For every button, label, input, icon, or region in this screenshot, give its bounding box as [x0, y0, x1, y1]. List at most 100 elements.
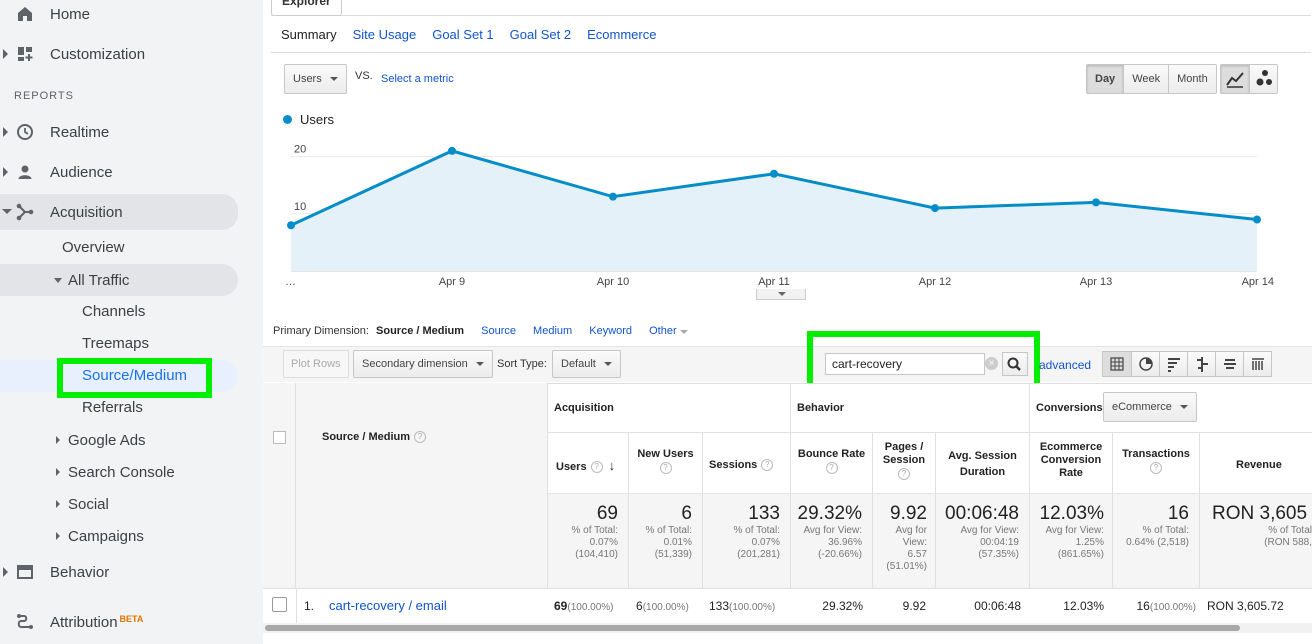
- help-icon: ?: [590, 461, 603, 474]
- nav-treemaps[interactable]: Treemaps: [82, 328, 149, 360]
- pie-chart-icon: [1139, 357, 1153, 371]
- nav-acquisition-label: Acquisition: [50, 203, 123, 221]
- advanced-filter-link[interactable]: advanced: [1039, 358, 1091, 372]
- comparison-icon: [1197, 357, 1208, 372]
- nav-realtime[interactable]: Realtime: [0, 116, 263, 148]
- dimension-source-link[interactable]: Source: [481, 325, 516, 337]
- chart-type-toggle: [1220, 64, 1278, 94]
- subtab-goal-set-1[interactable]: Goal Set 1: [432, 27, 493, 42]
- metric-select[interactable]: Users: [284, 64, 347, 94]
- group-acquisition: Acquisition: [548, 383, 791, 433]
- row-source-medium-link[interactable]: cart-recovery / email: [329, 598, 447, 613]
- subtab-goal-set-2[interactable]: Goal Set 2: [510, 27, 571, 42]
- row-transactions-pct: (100.00%): [1149, 602, 1196, 613]
- col-transactions[interactable]: Transactions?: [1113, 433, 1200, 493]
- nav-referrals[interactable]: Referrals: [82, 392, 143, 424]
- line-chart-button[interactable]: [1221, 65, 1249, 93]
- nav-all-traffic[interactable]: All Traffic: [0, 264, 238, 296]
- nav-attribution[interactable]: Attribution BETA: [0, 606, 263, 638]
- col-ecom-rate[interactable]: Ecommerce Conversion Rate: [1030, 433, 1113, 493]
- total-revenue-value: RON 3,605: [1212, 503, 1308, 524]
- nav-acquisition[interactable]: Acquisition: [0, 194, 238, 230]
- nav-customization[interactable]: Customization: [0, 38, 263, 70]
- divider: [271, 15, 1311, 16]
- dimension-medium-link[interactable]: Medium: [533, 325, 572, 337]
- col-avg-session[interactable]: Avg. Session Duration: [936, 433, 1030, 493]
- sort-type-select[interactable]: Default: [552, 350, 621, 378]
- x-tick-label: Apr 13: [1080, 276, 1112, 288]
- clear-search-icon[interactable]: ×: [985, 357, 998, 370]
- period-day-button[interactable]: Day: [1087, 65, 1124, 93]
- term-cloud-button[interactable]: [1215, 352, 1243, 376]
- horizontal-scrollbar[interactable]: [263, 623, 1312, 633]
- select-metric-link[interactable]: Select a metric: [381, 73, 454, 85]
- period-month-button[interactable]: Month: [1168, 65, 1216, 93]
- percentage-view-button[interactable]: [1131, 352, 1159, 376]
- subtab-ecommerce[interactable]: Ecommerce: [587, 27, 656, 42]
- help-icon: ?: [659, 462, 672, 474]
- nav-channels[interactable]: Channels: [82, 296, 145, 328]
- dimension-header-label: Source / Medium: [322, 431, 411, 443]
- col-ecom-rate-label: Ecommerce Conversion Rate: [1039, 441, 1103, 479]
- plot-rows-button[interactable]: Plot Rows: [283, 350, 349, 378]
- motion-chart-button[interactable]: [1249, 65, 1277, 93]
- col-bounce-rate[interactable]: Bounce Rate?: [791, 433, 873, 493]
- dimension-other-dropdown[interactable]: Other: [649, 325, 688, 337]
- x-tick-label: Apr 9: [439, 276, 465, 288]
- chevron-right-icon: [56, 532, 60, 540]
- nav-audience[interactable]: Audience: [0, 156, 263, 188]
- total-avg-session-sub: Avg for View: 00:04:19 (57.35%): [960, 525, 1019, 560]
- col-sessions-label: Sessions: [709, 459, 758, 471]
- nav-source-medium[interactable]: Source/Medium: [82, 360, 187, 392]
- pivot-view-button[interactable]: [1243, 352, 1271, 376]
- col-sessions[interactable]: Sessions?: [703, 433, 791, 493]
- chart-resize-handle[interactable]: [756, 289, 806, 300]
- secondary-dimension-select[interactable]: Secondary dimension: [353, 350, 493, 378]
- row-bounce-rate: 29.32%: [822, 599, 863, 613]
- total-ecom-rate: 12.03% Avg for View: 1.25% (861.65%): [1030, 493, 1113, 588]
- tab-explorer[interactable]: Explorer: [271, 0, 342, 16]
- subtab-site-usage[interactable]: Site Usage: [353, 27, 417, 42]
- row-revenue: RON 3,605.72: [1207, 599, 1284, 613]
- col-users[interactable]: Users? ↓: [548, 433, 629, 493]
- y-tick-label: 10: [294, 201, 306, 213]
- comparison-view-button[interactable]: [1187, 352, 1215, 376]
- x-tick-label: Apr 14: [1242, 276, 1274, 288]
- nav-customization-label: Customization: [50, 45, 146, 63]
- row-new-users-value: 6: [636, 599, 643, 613]
- scrollbar-thumb[interactable]: [265, 625, 1240, 631]
- vs-label: VS.: [355, 70, 373, 82]
- nav-overview[interactable]: Overview: [62, 232, 125, 264]
- row-checkbox[interactable]: [272, 597, 287, 612]
- nav-search-console[interactable]: Search Console: [0, 456, 263, 488]
- chevron-down-icon: [2, 209, 12, 214]
- bubble-chart-icon: [1256, 70, 1272, 86]
- users-line-chart: 10 20 … Apr 9 Apr 10 Apr 11 Apr 12 Apr 13 Apr 14: [285, 144, 1274, 288]
- group-behavior: Behavior: [791, 383, 1030, 433]
- period-week-button[interactable]: Week: [1123, 65, 1169, 93]
- dropdown-arrow-icon: [603, 362, 612, 366]
- search-button[interactable]: [1002, 352, 1028, 376]
- dimension-header[interactable]: Source / Medium?: [322, 431, 427, 444]
- table-search-input[interactable]: cart-recovery: [825, 353, 985, 375]
- nav-search-console-label: Search Console: [68, 463, 175, 481]
- select-all-checkbox[interactable]: [273, 431, 286, 444]
- subtab-summary[interactable]: Summary: [281, 27, 337, 42]
- nav-google-ads[interactable]: Google Ads: [0, 424, 263, 456]
- col-revenue[interactable]: Revenue: [1200, 433, 1312, 493]
- row-sessions-pct: (100.00%): [729, 602, 776, 613]
- nav-behavior[interactable]: Behavior: [0, 556, 263, 588]
- legend-dot: [283, 115, 292, 124]
- col-new-users[interactable]: New Users?: [629, 433, 703, 493]
- col-pages-session[interactable]: Pages / Session?: [873, 433, 936, 493]
- conversion-type-select[interactable]: eCommerce: [1103, 392, 1197, 422]
- nav-campaigns[interactable]: Campaigns: [0, 520, 263, 552]
- dimension-keyword-link[interactable]: Keyword: [589, 325, 632, 337]
- total-avg-session: 00:06:48 Avg for View: 00:04:19 (57.35%): [936, 493, 1030, 588]
- nav-social[interactable]: Social: [0, 488, 263, 520]
- total-pages-session-value: 9.92: [890, 503, 927, 524]
- col-avg-session-label: Avg. Session Duration: [948, 450, 1017, 478]
- nav-home[interactable]: Home: [0, 0, 263, 30]
- data-view-button[interactable]: [1103, 352, 1131, 376]
- performance-view-button[interactable]: [1159, 352, 1187, 376]
